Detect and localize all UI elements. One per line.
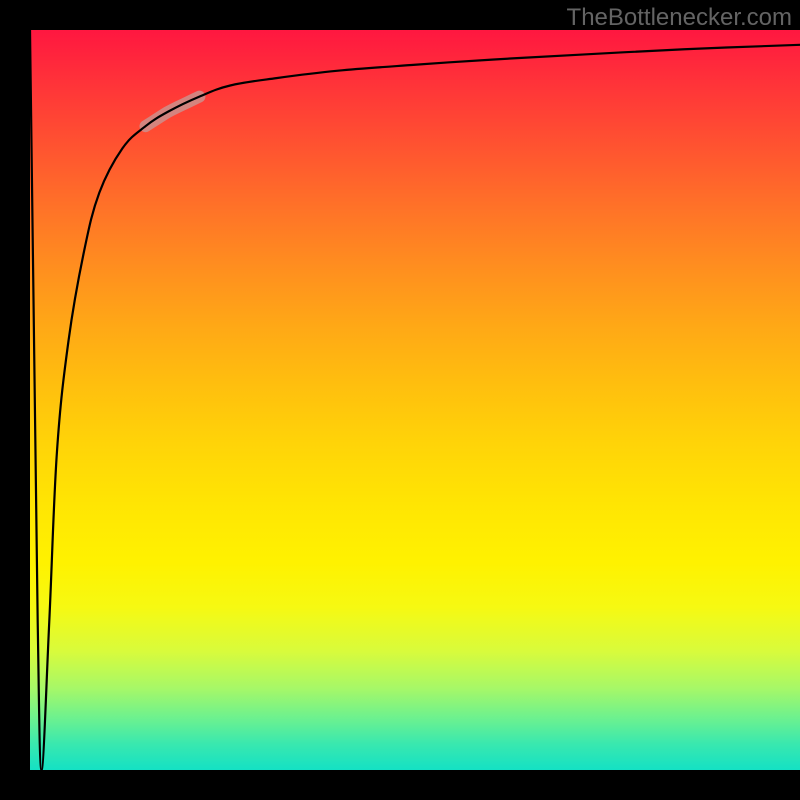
watermark-text: TheBottlenecker.com <box>567 4 792 32</box>
chart-stage: TheBottlenecker.com <box>0 0 800 800</box>
chart-plot-area <box>30 30 800 770</box>
